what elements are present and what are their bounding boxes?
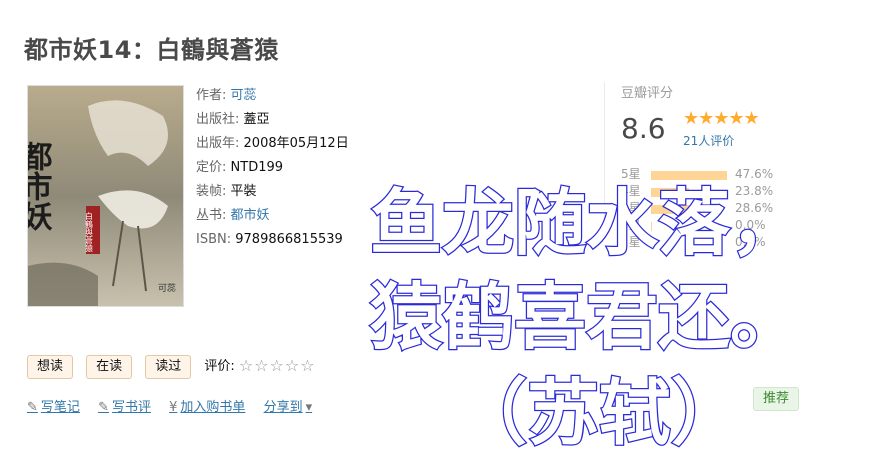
poem-line-2: 猿鹤喜君还。	[370, 275, 802, 359]
info-price: 定价: NTD199	[196, 160, 284, 175]
rating-row-pct: 23.8%	[735, 184, 774, 198]
poem-line-3: （苏轼）	[455, 371, 743, 455]
cover-title: 都市妖	[28, 141, 54, 232]
rating-row: 1星 0.0%	[621, 234, 821, 251]
rating-distribution: 5星 47.6% 4星 23.8% 3星 28.6% 2星 0.0% 1星 0.0%	[621, 166, 821, 251]
want-to-read-button[interactable]: 想读	[27, 355, 74, 379]
rating-row-pct: 47.6%	[735, 167, 774, 181]
rating-row: 2星 0.0%	[621, 217, 821, 234]
rating-bar	[651, 239, 652, 248]
rating-panel: 豆瓣评分 8.6 ★★★★★ 21人评价 5星 47.6% 4星 23.8% 3星 28.…	[604, 82, 873, 249]
info-author: 作者: 可蕊	[196, 88, 257, 103]
rating-row-label: 1星	[621, 235, 641, 249]
tool-links: ✎ 写笔记 ✎ 写书评 ¥ 加入购书单 分享到 ▾	[27, 396, 329, 415]
info-isbn: ISBN: 9789866815539	[196, 232, 343, 247]
rating-row: 4星 23.8%	[621, 183, 821, 200]
recommend-button[interactable]: 推荐	[753, 387, 800, 411]
rating-row-label: 2星	[621, 218, 641, 232]
share-link[interactable]: 分享到 ▾	[264, 396, 316, 415]
reading-button[interactable]: 在读	[86, 355, 133, 379]
write-review-link[interactable]: ✎ 写书评	[98, 396, 151, 415]
rating-bar	[651, 188, 690, 197]
rating-row-label: 4星	[621, 184, 641, 198]
rate-stars[interactable]: ☆☆☆☆☆	[239, 356, 316, 375]
cover-author: 可蕊	[158, 282, 176, 294]
rating-score: 8.6	[621, 112, 666, 145]
cover-art: 都市妖 白鶴與蒼猿 可蕊	[28, 86, 183, 306]
chevron-down-icon: ▾	[305, 400, 313, 415]
action-bar: 想读 在读 读过 评价: ☆☆☆☆☆	[27, 355, 316, 379]
rate-widget: 评价: ☆☆☆☆☆	[204, 355, 315, 375]
info-pubdate: 出版年: 2008年05月12日	[196, 136, 349, 151]
rating-row-pct: 0.0%	[735, 218, 766, 232]
cover-subtitle: 白鶴與蒼猿	[85, 211, 94, 253]
rating-bar	[651, 171, 728, 180]
have-read-button[interactable]: 读过	[145, 355, 192, 379]
rating-row-pct: 28.6%	[735, 201, 774, 215]
write-note-link[interactable]: ✎ 写笔记	[27, 396, 80, 415]
info-publisher: 出版社: 蓋亞	[196, 112, 270, 127]
info-series: 丛书: 都市妖	[196, 208, 270, 223]
book-info: 作者: 可蕊 出版社: 蓋亞 出版年: 2008年05月12日 定价: NTD1…	[196, 84, 349, 252]
info-binding: 装帧: 平裝	[196, 184, 257, 199]
author-link[interactable]: 可蕊	[231, 88, 257, 103]
series-link[interactable]: 都市妖	[231, 208, 270, 223]
rating-row-pct: 0.0%	[735, 235, 766, 249]
rating-row: 5星 47.6%	[621, 166, 821, 183]
rating-row-label: 3星	[621, 201, 641, 215]
rate-label: 评价:	[204, 359, 235, 374]
rating-bar	[651, 205, 697, 214]
pencil-icon: ✎	[27, 400, 38, 415]
add-to-cart-link[interactable]: ¥ 加入购书单	[169, 396, 245, 415]
rating-bar	[651, 222, 652, 231]
rating-votes-link[interactable]: 21人评价	[683, 132, 734, 149]
book-title: 都市妖14：白鶴與蒼猿	[24, 36, 279, 64]
rating-stars: ★★★★★	[683, 108, 760, 129]
book-cover[interactable]: 都市妖 白鶴與蒼猿 可蕊	[27, 85, 184, 307]
yen-icon: ¥	[169, 400, 178, 415]
rating-title: 豆瓣评分	[621, 86, 674, 101]
rating-row: 3星 28.6%	[621, 200, 821, 217]
rating-row-label: 5星	[621, 167, 641, 181]
pencil-icon: ✎	[98, 400, 109, 415]
